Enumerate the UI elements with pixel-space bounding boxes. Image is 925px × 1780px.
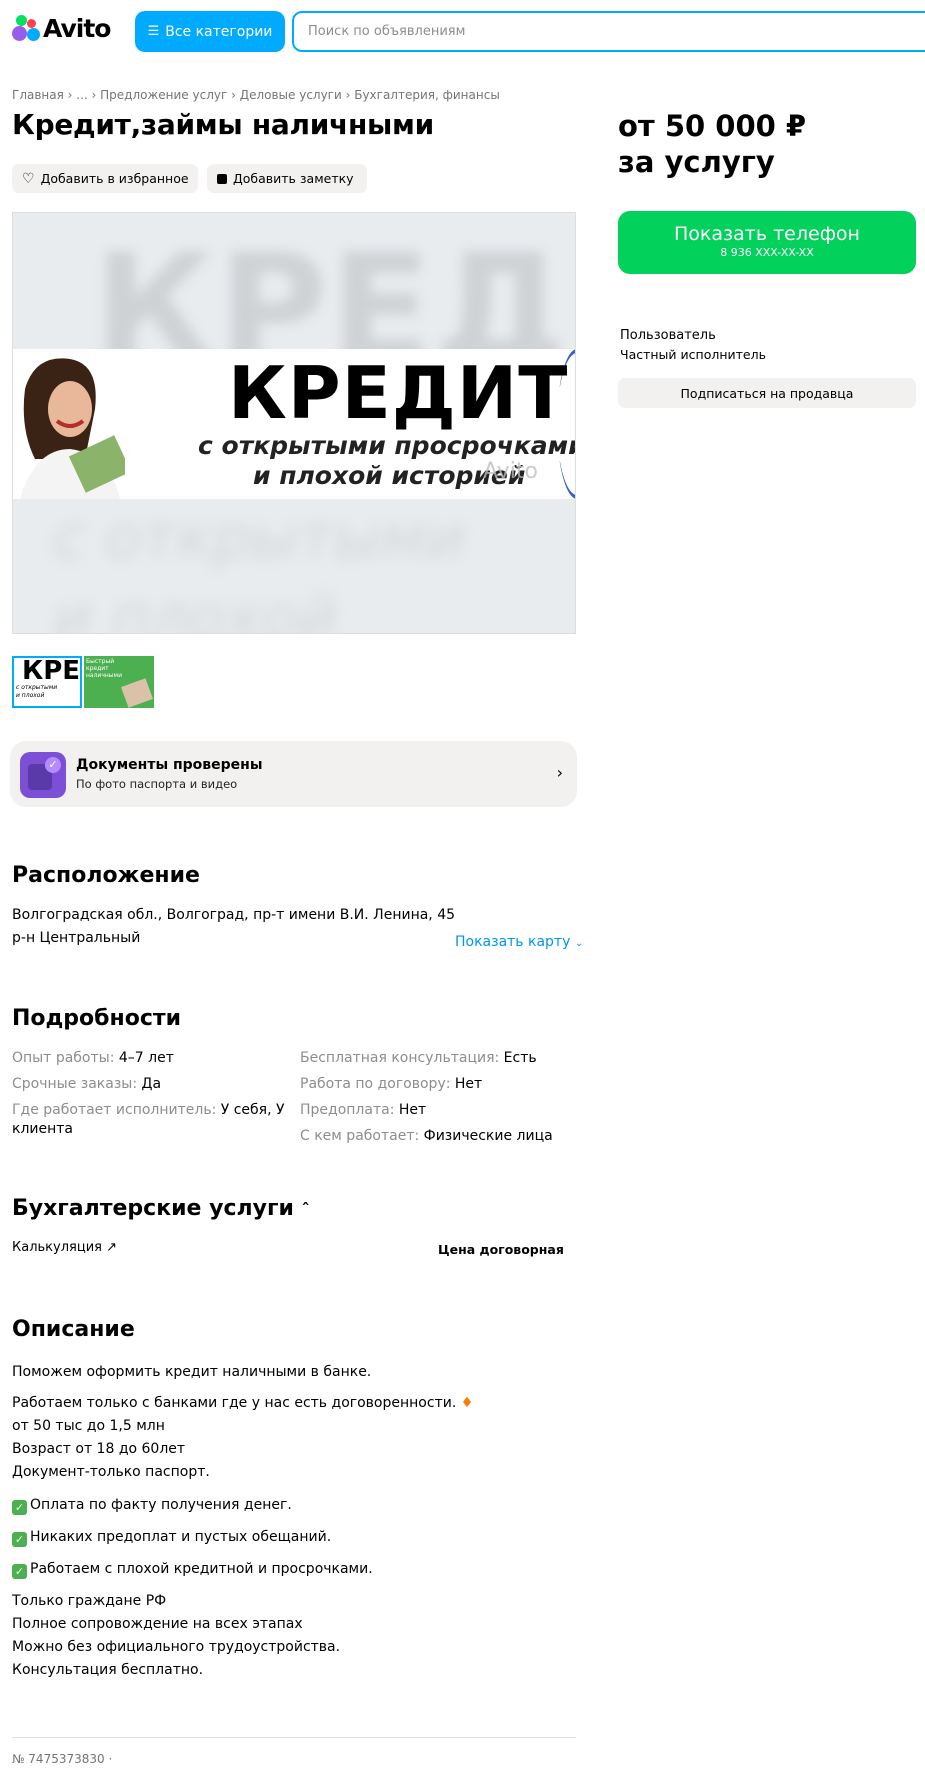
description-line: Работаем только с банками где у нас есть… bbox=[12, 1395, 474, 1411]
verified-title: Документы проверены bbox=[76, 757, 263, 773]
detail-row: Работа по договору: Нет bbox=[300, 1076, 483, 1092]
thumbnail-1[interactable]: КРЕД с открытымии плохой bbox=[12, 656, 82, 708]
photo-watermark: Avito bbox=[483, 459, 538, 484]
chevron-down-icon: ⌄ bbox=[574, 938, 584, 949]
woman-illustration-icon bbox=[15, 349, 125, 499]
checkmark-icon: ✓ bbox=[12, 1564, 27, 1579]
ad-number: № 7475373830 · bbox=[12, 1752, 113, 1766]
divider bbox=[12, 1737, 576, 1738]
checkmark-icon: ✓ bbox=[12, 1500, 27, 1515]
subscribe-seller-button[interactable]: Подписаться на продавца bbox=[618, 378, 916, 408]
detail-row: Срочные заказы: Да bbox=[12, 1076, 162, 1092]
add-favorite-button[interactable]: ♡ Добавить в избранное bbox=[12, 164, 198, 193]
thumbnail-2-text: Быстрый кредит наличными bbox=[86, 658, 122, 679]
search-input[interactable]: Поиск по объявлениям bbox=[292, 11, 925, 52]
phone-masked: 8 936 XXX-XX-XX bbox=[720, 246, 814, 259]
detail-row: Где работает исполнитель: У себя, У bbox=[12, 1102, 285, 1118]
search-placeholder: Поиск по объявлениям bbox=[308, 24, 466, 39]
heart-icon: ♡ bbox=[22, 170, 35, 187]
price-unit: за услугу bbox=[618, 145, 775, 179]
service-item[interactable]: Калькуляция ↗ bbox=[12, 1240, 117, 1255]
logo-text: Avito bbox=[43, 14, 111, 43]
show-map-label: Показать карту bbox=[455, 934, 571, 950]
price: от 50 000 ₽ за услугу bbox=[618, 108, 806, 180]
thumbnail-2[interactable]: Быстрый кредит наличными bbox=[84, 656, 154, 708]
description-line: Документ-только паспорт. bbox=[12, 1464, 210, 1480]
fire-icon: ♦ bbox=[460, 1395, 474, 1411]
show-phone-label: Показать телефон bbox=[674, 223, 860, 245]
description-line: Только граждане РФ bbox=[12, 1593, 167, 1609]
location-heading: Расположение bbox=[12, 863, 200, 888]
description-line: Полное сопровождение на всех этапах bbox=[12, 1616, 303, 1632]
seller-type: Частный исполнитель bbox=[620, 347, 766, 362]
service-price: Цена договорная bbox=[438, 1242, 564, 1257]
thumbnail-1-text: КРЕД bbox=[22, 656, 81, 686]
categories-icon: ☰ bbox=[147, 24, 160, 39]
description-heading: Описание bbox=[12, 1317, 135, 1342]
district-text: р-н Центральный bbox=[12, 930, 141, 946]
photo-line-2: с открытыми просрочками bbox=[198, 431, 576, 460]
detail-row: Опыт работы: 4–7 лет bbox=[12, 1050, 174, 1066]
description-check-line: ✓ Оплата по факту получения денег. bbox=[12, 1497, 292, 1515]
verified-subtitle: По фото паспорта и видео bbox=[76, 777, 238, 791]
description-line: Можно без официального трудоустройства. bbox=[12, 1639, 341, 1655]
subscribe-label: Подписаться на продавца bbox=[680, 385, 854, 401]
description-line: Консультация бесплатно. bbox=[12, 1662, 204, 1678]
details-right-list: Бесплатная консультация: Есть Работа по … bbox=[300, 1045, 553, 1149]
chevron-right-icon: › bbox=[556, 763, 563, 782]
description-check-line: ✓ Никаких предоплат и пустых обещаний. bbox=[12, 1529, 331, 1547]
checkmark-icon: ✓ bbox=[12, 1532, 27, 1547]
services-heading[interactable]: Бухгалтерские услуги ˆ bbox=[12, 1196, 310, 1221]
description-line: от 50 тыс до 1,5 млн bbox=[12, 1418, 165, 1434]
note-icon bbox=[217, 173, 227, 184]
show-phone-button[interactable]: Показать телефон 8 936 XXX-XX-XX bbox=[618, 211, 916, 274]
detail-row: Бесплатная консультация: Есть bbox=[300, 1050, 537, 1066]
detail-row: клиента bbox=[12, 1121, 74, 1137]
breadcrumb[interactable]: Главная › ... › Предложение услуг › Дело… bbox=[12, 88, 500, 102]
detail-row: Предоплата: Нет bbox=[300, 1102, 427, 1118]
page-title: Кредит,займы наличными bbox=[12, 108, 434, 141]
seller-name[interactable]: Пользователь bbox=[620, 328, 716, 343]
categories-label: Все категории bbox=[165, 23, 273, 40]
all-categories-button[interactable]: ☰ Все категории bbox=[135, 11, 285, 52]
description-line: Возраст от 18 до 60лет bbox=[12, 1441, 186, 1457]
add-note-button[interactable]: Добавить заметку bbox=[207, 164, 367, 193]
chevron-up-icon: ˆ bbox=[301, 1200, 310, 1219]
photo-main-text: КРЕДИТ bbox=[228, 351, 569, 435]
description-check-line: ✓ Работаем с плохой кредитной и просрочка… bbox=[12, 1561, 373, 1579]
header: Avito ☰ Все категории Поиск по объявлени… bbox=[0, 0, 925, 64]
address-text: Волгоградская обл., Волгоград, пр-т имен… bbox=[12, 907, 456, 923]
photo-blur-bottom: с открытыми и плохой bbox=[53, 503, 466, 634]
main-photo[interactable]: КРЕД с открытыми и плохой КРЕДИТ с открыт… bbox=[12, 212, 576, 634]
detail-row: С кем работает: Физические лица bbox=[300, 1128, 553, 1144]
add-note-label: Добавить заметку bbox=[233, 171, 354, 186]
verified-badge-icon: ✓ bbox=[20, 752, 66, 798]
show-map-link[interactable]: Показать карту ⌄ bbox=[455, 934, 583, 950]
details-heading: Подробности bbox=[12, 1006, 182, 1031]
arrow-up-right-icon: ↗ bbox=[106, 1240, 118, 1255]
add-favorite-label: Добавить в избранное bbox=[40, 171, 189, 186]
details-left-list: Опыт работы: 4–7 лет Срочные заказы: Да … bbox=[12, 1045, 285, 1138]
price-amount: от 50 000 ₽ bbox=[618, 109, 807, 143]
logo-dots-icon bbox=[12, 14, 42, 43]
description-line: Поможем оформить кредит наличными в банк… bbox=[12, 1364, 372, 1380]
photo-banner: КРЕДИТ с открытыми просрочками и плохой … bbox=[13, 349, 576, 499]
documents-verified-card[interactable]: ✓ Документы проверены По фото паспорта и… bbox=[10, 741, 577, 807]
service-item-label: Калькуляция bbox=[12, 1240, 102, 1255]
avito-logo[interactable]: Avito bbox=[12, 14, 111, 43]
